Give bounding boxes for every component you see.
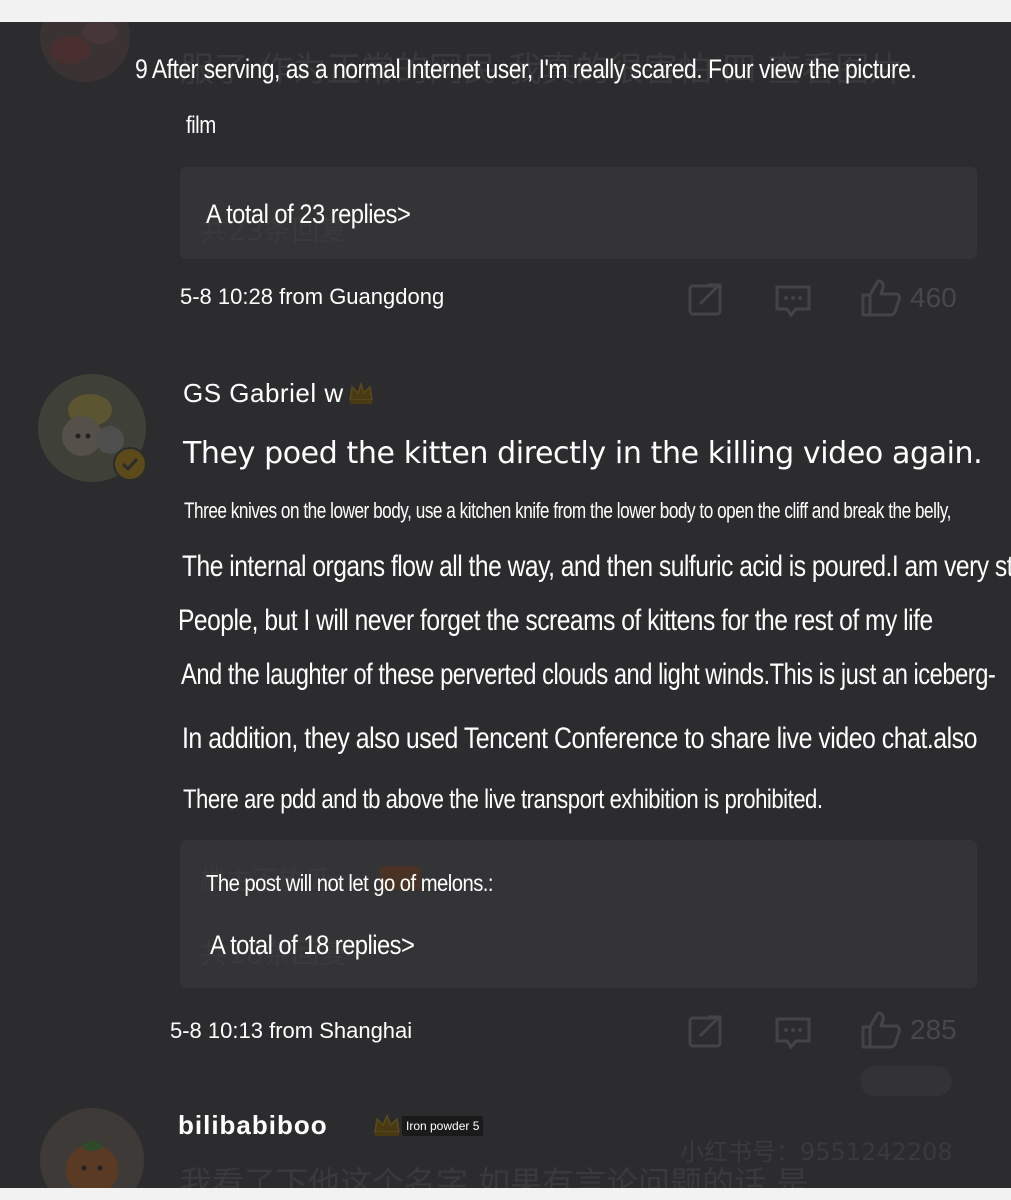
avatar[interactable] bbox=[40, 1108, 144, 1188]
comment-body-line: People, but I will never forget the scre… bbox=[178, 604, 933, 637]
reply-preview: The post will not let go of melons.: bbox=[206, 870, 494, 896]
username[interactable]: GS Gabriel w bbox=[183, 378, 344, 409]
tag-pill bbox=[860, 1066, 952, 1096]
avatar-image-icon bbox=[40, 22, 130, 82]
like-count: 460 bbox=[910, 282, 957, 313]
level-badge bbox=[347, 380, 375, 411]
level-badge bbox=[372, 1112, 402, 1143]
reply-box[interactable]: 共23条回复 A total of 23 replies> bbox=[180, 167, 977, 259]
replies-link[interactable]: A total of 23 replies> bbox=[206, 199, 411, 230]
ghost-body: 我看了下他这个名字 如果有言论问题的话 是 bbox=[180, 1164, 809, 1188]
replies-link[interactable]: A total of 18 replies> bbox=[210, 930, 415, 961]
comment-button[interactable] bbox=[774, 284, 812, 318]
comment-meta: 5-8 10:28 from Guangdong bbox=[180, 284, 445, 309]
verified-badge bbox=[113, 447, 147, 481]
like-count: 285 bbox=[910, 1014, 957, 1045]
comment-icon bbox=[775, 285, 811, 318]
like-button[interactable]: 460 bbox=[860, 278, 957, 318]
share-icon bbox=[688, 1015, 722, 1048]
like-button[interactable]: 285 bbox=[860, 1010, 957, 1050]
comment-feed: 服了 作为正常的网民 我真的很害怕 四 查看图片 9 After serving… bbox=[0, 22, 1011, 1188]
thumbs-up-icon bbox=[861, 279, 901, 317]
share-button[interactable] bbox=[688, 282, 724, 316]
comment-body-line: In addition, they also used Tencent Conf… bbox=[182, 722, 977, 755]
comment-icon bbox=[775, 1017, 811, 1050]
comment-body-line: The internal organs flow all the way, an… bbox=[182, 550, 1011, 583]
comment-text-line1: 9 After serving, as a normal Internet us… bbox=[135, 54, 917, 84]
comment-button[interactable] bbox=[774, 1016, 812, 1050]
username[interactable]: bilibabiboo bbox=[178, 1110, 328, 1141]
comment-meta: 5-8 10:13 from Shanghai bbox=[170, 1018, 413, 1043]
crown-icon bbox=[349, 381, 373, 404]
reply-box[interactable]: 楼主不放瓜 The post will not let go of melons… bbox=[180, 840, 977, 988]
fan-level-badge: Iron powder 5 bbox=[402, 1116, 484, 1136]
share-button[interactable] bbox=[688, 1014, 724, 1048]
crown-icon bbox=[374, 1114, 400, 1136]
thumbs-up-icon bbox=[861, 1011, 901, 1049]
comment-text-line2: film bbox=[186, 112, 216, 139]
comment-body-line: And the laughter of these perverted clou… bbox=[181, 658, 996, 691]
avatar[interactable] bbox=[40, 22, 130, 82]
share-icon bbox=[688, 283, 722, 316]
avatar-image-icon bbox=[40, 1108, 144, 1188]
comment-body-line: There are pdd and tb above the live tran… bbox=[183, 784, 823, 814]
comment-body-line: Three knives on the lower body, use a ki… bbox=[184, 498, 951, 523]
check-icon bbox=[121, 457, 139, 472]
comment-headline: They poed the kitten directly in the kil… bbox=[183, 436, 983, 471]
